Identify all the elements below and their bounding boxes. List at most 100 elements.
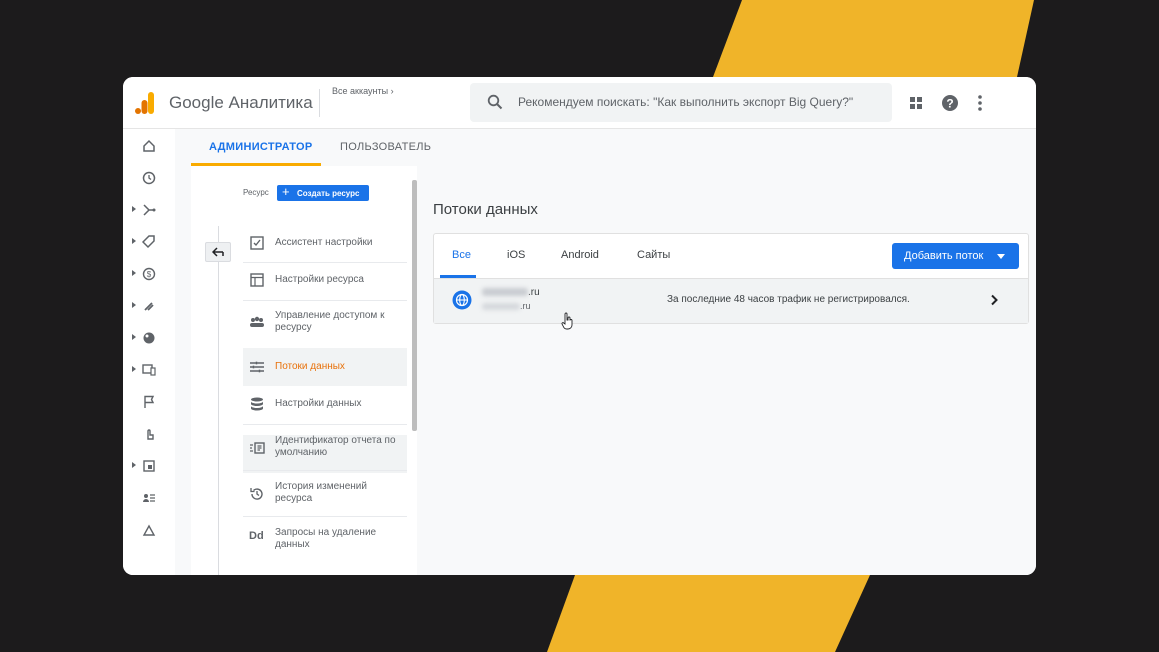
expand-arrow-icon <box>132 334 136 340</box>
chevron-right-icon: › <box>390 86 394 96</box>
streams-icon <box>250 361 264 373</box>
search-input[interactable]: Рекомендуем поискать: "Как выполнить экс… <box>470 83 892 122</box>
nav-item-access-management[interactable]: Управление доступом к ресурсу <box>243 302 407 346</box>
reporting-id-icon <box>250 442 265 454</box>
expand-arrow-icon <box>132 462 136 468</box>
url-suffix: .ru <box>520 301 531 311</box>
stream-status: За последние 48 часов трафик не регистри… <box>667 294 910 305</box>
accounts-link[interactable]: Все аккаунты › <box>332 86 394 96</box>
rail-realtime[interactable] <box>137 166 161 190</box>
redacted-text <box>482 288 528 297</box>
rail-library[interactable] <box>137 454 161 478</box>
expand-arrow-icon <box>132 238 136 244</box>
rail-monetization[interactable]: $ <box>137 262 161 286</box>
nav-item-deletion-requests[interactable]: Dd Запросы на удаление данных <box>243 518 407 562</box>
nav-item-data-streams-row[interactable]: Потоки данных <box>243 348 407 386</box>
nav-item-label: Запросы на удаление данных <box>275 527 377 550</box>
rail-retention[interactable] <box>137 294 161 318</box>
devices-icon <box>142 364 156 376</box>
history-icon <box>250 488 263 500</box>
nav-item-data-settings[interactable]: Настройки данных <box>243 388 407 422</box>
expand-arrow-icon <box>132 206 136 212</box>
nav-divider <box>243 300 407 301</box>
rail-home[interactable] <box>137 134 161 158</box>
filter-tab-sites[interactable]: Сайты <box>637 249 670 261</box>
nav-item-label: Настройки данных <box>275 398 362 409</box>
add-stream-label: Добавить поток <box>904 250 984 262</box>
accounts-label: Все аккаунты <box>332 86 389 96</box>
apps-grid-icon[interactable] <box>907 94 925 112</box>
tag-icon <box>142 235 155 249</box>
create-resource-label: Создать ресурс <box>297 189 360 198</box>
people-icon <box>250 316 264 327</box>
nav-item-reporting-id[interactable]: Идентификатор отчета по умолчанию <box>243 426 407 470</box>
plus-icon: + <box>282 184 290 199</box>
rail-tech[interactable] <box>137 358 161 382</box>
tab-admin[interactable]: АДМИНИСТРАТОР <box>209 141 313 153</box>
dd-icon: Dd <box>249 530 264 542</box>
rail-acquisition[interactable] <box>137 198 161 222</box>
nav-tree-line <box>218 226 219 575</box>
help-icon[interactable]: ? <box>941 94 959 112</box>
analytics-logo-icon <box>135 92 154 114</box>
back-arrow-icon <box>212 247 224 257</box>
checkbox-icon <box>250 236 264 250</box>
more-vert-icon[interactable] <box>971 94 989 112</box>
header-divider <box>319 89 320 117</box>
expand-arrow-icon <box>132 302 136 308</box>
back-button[interactable] <box>205 242 231 262</box>
svg-text:?: ? <box>946 97 953 111</box>
resource-label: Ресурс <box>243 188 269 197</box>
nav-divider <box>243 470 407 471</box>
dollar-icon: $ <box>142 267 156 281</box>
home-icon <box>143 139 155 152</box>
nav-item-resource-settings[interactable]: Настройки ресурса <box>243 264 407 298</box>
triangle-icon <box>142 524 156 536</box>
nav-item-label: Настройки ресурса <box>275 274 364 285</box>
globe-icon <box>143 332 155 344</box>
nav-item-label: История изменений ресурса <box>275 481 367 504</box>
nav-divider <box>243 516 407 517</box>
tab-user[interactable]: ПОЛЬЗОВАТЕЛЬ <box>340 141 431 153</box>
page-title: Потоки данных <box>433 201 538 218</box>
filter-tab-android[interactable]: Android <box>561 249 599 261</box>
svg-text:$: $ <box>147 270 152 279</box>
touch-icon <box>147 429 154 440</box>
rail-explore[interactable] <box>137 518 161 542</box>
nav-item-setup-assistant[interactable]: Ассистент настройки <box>243 226 407 260</box>
app-name: Google Аналитика <box>169 93 313 112</box>
filter-tab-all[interactable]: Все <box>452 249 471 261</box>
left-rail: $ <box>123 129 175 575</box>
rail-conversions[interactable] <box>137 422 161 446</box>
main-content: Потоки данных Все iOS Android Сайты Доба… <box>417 166 1036 575</box>
library-icon <box>143 460 155 472</box>
nav-divider <box>243 262 407 263</box>
nav-item-label: Управление доступом к ресурсу <box>275 310 385 333</box>
chevron-right-icon[interactable] <box>989 294 999 306</box>
search-placeholder: Рекомендуем поискать: "Как выполнить экс… <box>518 95 854 109</box>
top-header: Google Аналитика Все аккаунты › Рекоменд… <box>123 77 1036 129</box>
nav-item-change-history[interactable]: История изменений ресурса <box>243 472 407 516</box>
rail-audience[interactable] <box>137 486 161 510</box>
rail-demographics[interactable] <box>137 326 161 350</box>
redacted-text <box>482 303 520 311</box>
create-resource-button[interactable]: + Создать ресурс <box>277 184 369 201</box>
add-stream-button[interactable]: Добавить поток <box>892 243 1019 269</box>
admin-tabbar: АДМИНИСТРАТОР ПОЛЬЗОВАТЕЛЬ <box>175 129 1036 166</box>
dropdown-caret-icon <box>997 254 1005 259</box>
panel-gutter <box>175 166 191 575</box>
hand-cursor-icon <box>561 312 573 330</box>
clock-icon <box>142 171 156 185</box>
expand-arrow-icon <box>132 270 136 276</box>
web-globe-icon <box>452 290 472 310</box>
search-icon <box>487 94 503 110</box>
filter-tab-ios[interactable]: iOS <box>507 249 525 261</box>
rail-engagement[interactable] <box>137 230 161 254</box>
expand-arrow-icon <box>132 366 136 372</box>
stream-row[interactable]: .ru .ru За последние 48 часов трафик не … <box>434 279 1028 330</box>
nav-item-label: Идентификатор отчета по умолчанию <box>275 435 396 458</box>
stream-url: .ru <box>482 301 531 311</box>
rail-events[interactable] <box>137 390 161 414</box>
layout-icon <box>250 273 264 287</box>
domain-suffix: .ru <box>528 287 540 298</box>
